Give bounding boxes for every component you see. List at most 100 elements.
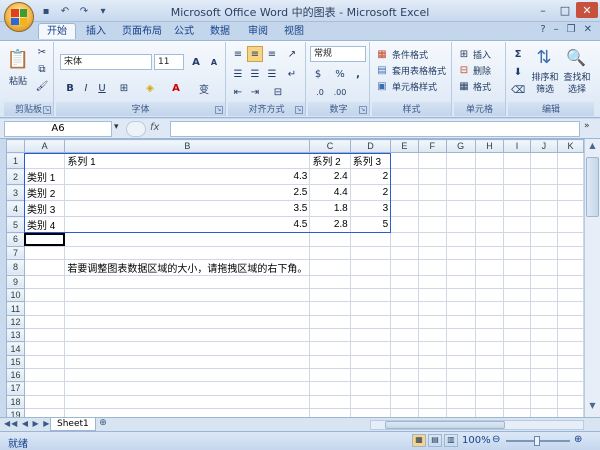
cell[interactable] — [64, 328, 311, 343]
percent-button[interactable]: % — [332, 66, 348, 82]
cell[interactable]: 4.3 — [64, 168, 311, 186]
cell[interactable] — [309, 354, 351, 369]
column-header-f[interactable]: F — [417, 139, 447, 154]
cell[interactable] — [64, 314, 311, 330]
cell[interactable] — [529, 407, 559, 417]
cell[interactable] — [64, 367, 311, 383]
cell[interactable] — [309, 407, 351, 417]
cell[interactable] — [503, 354, 531, 369]
help-icon[interactable]: ? — [540, 24, 545, 35]
cell[interactable] — [529, 245, 559, 260]
decrease-decimal-icon[interactable]: .00 — [332, 84, 348, 100]
cell[interactable] — [417, 232, 447, 247]
maximize-button[interactable]: □ — [554, 2, 576, 18]
cell[interactable] — [309, 301, 351, 316]
align-top-icon[interactable]: ≡ — [230, 46, 246, 62]
cell[interactable] — [390, 354, 419, 369]
normal-view-icon[interactable]: ▦ — [412, 434, 426, 447]
cell[interactable] — [23, 394, 66, 409]
cell[interactable] — [309, 381, 351, 396]
cell[interactable] — [445, 258, 476, 276]
cell[interactable] — [23, 232, 66, 247]
cell[interactable] — [390, 381, 419, 396]
cell[interactable] — [557, 184, 584, 202]
column-header-k[interactable]: K — [557, 139, 584, 154]
cell[interactable] — [309, 341, 351, 356]
italic-button[interactable]: I — [78, 80, 94, 96]
cell[interactable] — [503, 232, 531, 247]
cell[interactable] — [445, 301, 476, 316]
cell[interactable] — [529, 216, 559, 234]
cell[interactable] — [64, 274, 311, 290]
cell[interactable] — [390, 258, 419, 276]
cell[interactable] — [529, 152, 559, 170]
cell[interactable] — [23, 314, 66, 330]
cell[interactable] — [390, 152, 419, 170]
cell[interactable] — [474, 184, 505, 202]
borders-icon[interactable]: ⊞ — [116, 80, 132, 96]
cell[interactable]: 2.4 — [309, 168, 351, 186]
number-launcher-icon[interactable]: ↘ — [359, 106, 367, 114]
cell[interactable] — [529, 200, 559, 218]
cell[interactable] — [349, 354, 392, 369]
cell[interactable] — [349, 381, 392, 396]
cell[interactable] — [474, 258, 505, 276]
cell[interactable] — [557, 354, 584, 369]
row-header[interactable]: 14 — [6, 341, 25, 356]
row-header[interactable]: 19 — [6, 407, 25, 417]
row-header[interactable]: 5 — [6, 216, 25, 234]
cell[interactable] — [349, 407, 392, 417]
page-break-view-icon[interactable]: ▥ — [444, 434, 458, 447]
cell[interactable] — [445, 328, 476, 343]
comma-button[interactable]: , — [350, 66, 366, 82]
cell-table[interactable]: A B C D E F G H I J K 1 系列 1 系列 2 系列 3 2 类别 1… — [6, 139, 584, 417]
cell[interactable] — [64, 381, 311, 396]
zoom-level[interactable]: 100% — [462, 435, 491, 446]
cell[interactable] — [417, 341, 447, 356]
cell[interactable] — [23, 258, 66, 276]
row-header[interactable]: 7 — [6, 245, 25, 260]
cell[interactable] — [417, 314, 447, 330]
font-size-combo[interactable]: 11 — [154, 54, 184, 70]
cell[interactable] — [390, 232, 419, 247]
cell[interactable]: 3.5 — [64, 200, 311, 218]
cell[interactable] — [349, 394, 392, 409]
cell[interactable] — [557, 288, 584, 303]
cell[interactable] — [417, 152, 447, 170]
cell[interactable] — [417, 274, 447, 290]
cell[interactable] — [309, 328, 351, 343]
cell[interactable] — [23, 301, 66, 316]
cell[interactable] — [529, 381, 559, 396]
cell[interactable] — [529, 341, 559, 356]
column-header-c[interactable]: C — [309, 139, 351, 154]
column-header-j[interactable]: J — [529, 139, 559, 154]
underline-button[interactable]: U — [94, 80, 110, 96]
cell[interactable] — [474, 152, 505, 170]
row-header[interactable]: 4 — [6, 200, 25, 218]
cell[interactable]: 1.8 — [309, 200, 351, 218]
align-bottom-icon[interactable]: ≡ — [264, 46, 280, 62]
row-header[interactable]: 6 — [6, 232, 25, 247]
cell[interactable] — [445, 354, 476, 369]
cell[interactable] — [417, 354, 447, 369]
cell[interactable] — [474, 232, 505, 247]
cell[interactable] — [390, 216, 419, 234]
cell[interactable]: 系列 3 — [349, 152, 392, 170]
row-header[interactable]: 12 — [6, 314, 25, 330]
insert-function-button[interactable]: fx — [150, 122, 159, 133]
insert-sheet-icon[interactable]: ⊕ — [94, 418, 112, 431]
cell[interactable] — [309, 367, 351, 383]
cell[interactable]: 4.5 — [64, 216, 311, 234]
cell[interactable] — [23, 341, 66, 356]
cell[interactable] — [349, 258, 392, 276]
cell[interactable] — [445, 274, 476, 290]
zoom-slider[interactable] — [506, 436, 570, 446]
ribbon-restore-icon[interactable]: ❐ — [567, 24, 576, 35]
align-left-icon[interactable]: ☰ — [230, 66, 246, 82]
cell[interactable] — [309, 245, 351, 260]
cell[interactable] — [445, 314, 476, 330]
cell[interactable] — [445, 381, 476, 396]
insert-cells-button[interactable]: ⊞ 插入 — [456, 46, 491, 62]
cell[interactable] — [390, 184, 419, 202]
cell[interactable]: 2 — [349, 168, 392, 186]
